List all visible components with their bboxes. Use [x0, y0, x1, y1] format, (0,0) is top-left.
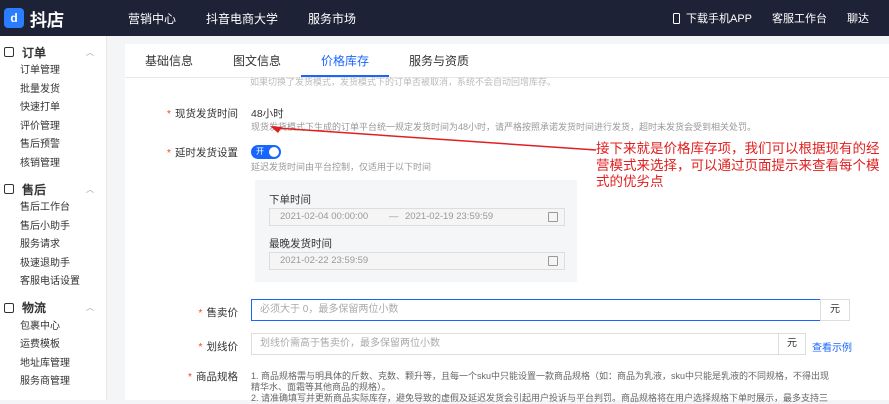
sidebar-item-verification[interactable]: 核销管理 [0, 155, 106, 174]
chevron-up-icon: ︿ [86, 303, 94, 312]
logo-mark-icon: d [4, 8, 24, 28]
download-app-label: 下载手机APP [685, 13, 752, 25]
required-mark: * [187, 371, 192, 383]
spec-label: * 商品规格 [187, 371, 238, 383]
logistics-icon [4, 302, 14, 313]
sidebar-item-aftersale-warning[interactable]: 售后预警 [0, 136, 106, 155]
view-example-link[interactable]: 查看示例 [812, 339, 852, 354]
sidebar-group-order: 订单 ︿ 订单管理 批量发货 快速打单 评价管理 售后预警 核销管理 [0, 36, 106, 173]
tab-bar: 基础信息 图文信息 价格库存 服务与资质 [125, 44, 889, 78]
sidebar-item-address-library[interactable]: 地址库管理 [0, 355, 106, 374]
sidebar-item-fast-refund[interactable]: 极速退助手 [0, 255, 106, 274]
tab-basic-info[interactable]: 基础信息 [125, 44, 213, 77]
sidebar: 订单 ︿ 订单管理 批量发货 快速打单 评价管理 售后预警 核销管理 售后 ︿ … [0, 36, 107, 400]
spec-rule-2: 2. 请准确填写并更新商品实际库存，避免导致的虚假及延迟发货会引起用户投诉与平台… [251, 393, 829, 403]
latest-ship-time-input[interactable]: 2021-02-22 23:59:59 [269, 252, 565, 270]
order-time-separator: — [388, 211, 399, 222]
sidebar-item-aftersale-workbench[interactable]: 售后工作台 [0, 199, 106, 218]
sidebar-group-logistics: 物流 ︿ 包裹中心 运费模板 地址库管理 服务商管理 [0, 292, 106, 392]
logo-text: 抖店 [30, 10, 64, 30]
delay-ship-label: * 延时发货设置 [166, 147, 238, 159]
calendar-icon [548, 256, 558, 266]
logo[interactable]: d 抖店 [4, 6, 114, 31]
order-time-range-input[interactable]: 2021-02-04 00:00:00 — 2021-02-19 23:59:5… [269, 208, 565, 226]
latest-ship-time-value: 2021-02-22 23:59:59 [280, 255, 369, 266]
price-unit: 元 [820, 299, 850, 321]
latest-ship-time-label: 最晚发货时间 [269, 238, 332, 250]
aftersale-icon [4, 184, 14, 194]
sidebar-item-phone-settings[interactable]: 客服电话设置 [0, 273, 106, 292]
delay-ship-hint: 延迟发货时间由平台控制，仅适用于以下时间 [251, 162, 432, 172]
sidebar-item-parcel-center[interactable]: 包裹中心 [0, 318, 106, 337]
strike-price-input[interactable]: 划线价需高于售卖价，最多保留两位小数 [251, 333, 779, 355]
sidebar-item-quick-print[interactable]: 快速打单 [0, 99, 106, 118]
top-right-actions: 下载手机APP 客服工作台 聊达 [672, 0, 889, 36]
sidebar-head-order[interactable]: 订单 ︿ [0, 42, 106, 62]
nav-marketing-center[interactable]: 营销中心 [128, 10, 176, 27]
sidebar-item-aftersale-assistant[interactable]: 售后小助手 [0, 218, 106, 237]
chat-label: 聊达 [847, 13, 869, 25]
tab-service-qualification[interactable]: 服务与资质 [389, 44, 489, 77]
chevron-up-icon: ︿ [86, 47, 94, 57]
chevron-up-icon: ︿ [86, 184, 94, 194]
sidebar-head-aftersale[interactable]: 售后 ︿ [0, 179, 106, 199]
customer-service-workbench-link[interactable]: 客服工作台 [772, 10, 827, 26]
required-mark: * [166, 147, 171, 159]
strike-price-unit: 元 [778, 333, 806, 355]
required-mark: * [198, 341, 203, 353]
strike-price-label: * 划线价 [198, 341, 238, 353]
download-app-link[interactable]: 下载手机APP [672, 10, 752, 26]
ship-time-value: 48小时 [251, 108, 284, 120]
top-nav: 营销中心 抖音电商大学 服务市场 [128, 10, 386, 27]
order-time-label: 下单时间 [269, 194, 311, 206]
sidebar-head-label: 订单 [22, 45, 47, 60]
sidebar-group-aftersale: 售后 ︿ 售后工作台 售后小助手 服务请求 极速退助手 客服电话设置 [0, 173, 106, 292]
annotation-arrow [270, 126, 597, 151]
sidebar-item-provider-management[interactable]: 服务商管理 [0, 373, 106, 392]
ship-time-label: * 现货发货时间 [166, 108, 238, 120]
switch-text: 开 [256, 147, 264, 156]
top-navigation-bar: d 抖店 营销中心 抖音电商大学 服务市场 下载手机APP 客服工作台 聊达 [0, 0, 889, 36]
ship-mode-note: 如果切换了发货模式，发货模式下的订单否被取消，系统不会自动回增库存。 [250, 77, 557, 87]
tab-image-text[interactable]: 图文信息 [213, 44, 301, 77]
required-mark: * [198, 307, 203, 319]
order-icon [4, 47, 14, 57]
sidebar-head-label: 售后 [22, 182, 47, 197]
sidebar-item-batch-ship[interactable]: 批量发货 [0, 81, 106, 100]
sidebar-item-order-management[interactable]: 订单管理 [0, 62, 106, 81]
nav-service-market[interactable]: 服务市场 [308, 10, 356, 27]
required-mark: * [166, 108, 171, 120]
tab-price-stock[interactable]: 价格库存 [301, 44, 390, 77]
workbench-label: 客服工作台 [772, 13, 827, 25]
sidebar-head-logistics[interactable]: 物流 ︿ [0, 298, 106, 318]
price-input[interactable]: 必须大于 0，最多保留两位小数 [251, 299, 821, 321]
nav-ecommerce-university[interactable]: 抖音电商大学 [206, 10, 278, 27]
sidebar-head-label: 物流 [22, 301, 47, 315]
chat-link[interactable]: 聊达 [847, 10, 869, 26]
delay-time-box: 下单时间 2021-02-04 00:00:00 — 2021-02-19 23… [255, 180, 577, 282]
sidebar-item-freight-template[interactable]: 运费模板 [0, 336, 106, 355]
calendar-icon [548, 212, 558, 222]
order-time-start: 2021-02-04 00:00:00 [280, 211, 369, 222]
phone-icon [672, 12, 680, 24]
sidebar-item-service-requests[interactable]: 服务请求 [0, 236, 106, 255]
annotation-text: 接下来就是价格库存项，我们可以根据现有的经营模式来选择，可以通过页面提示来查看每… [596, 141, 880, 189]
price-label: * 售卖价 [198, 307, 238, 319]
order-time-end: 2021-02-19 23:59:59 [405, 211, 494, 222]
sidebar-item-reviews[interactable]: 评价管理 [0, 118, 106, 137]
